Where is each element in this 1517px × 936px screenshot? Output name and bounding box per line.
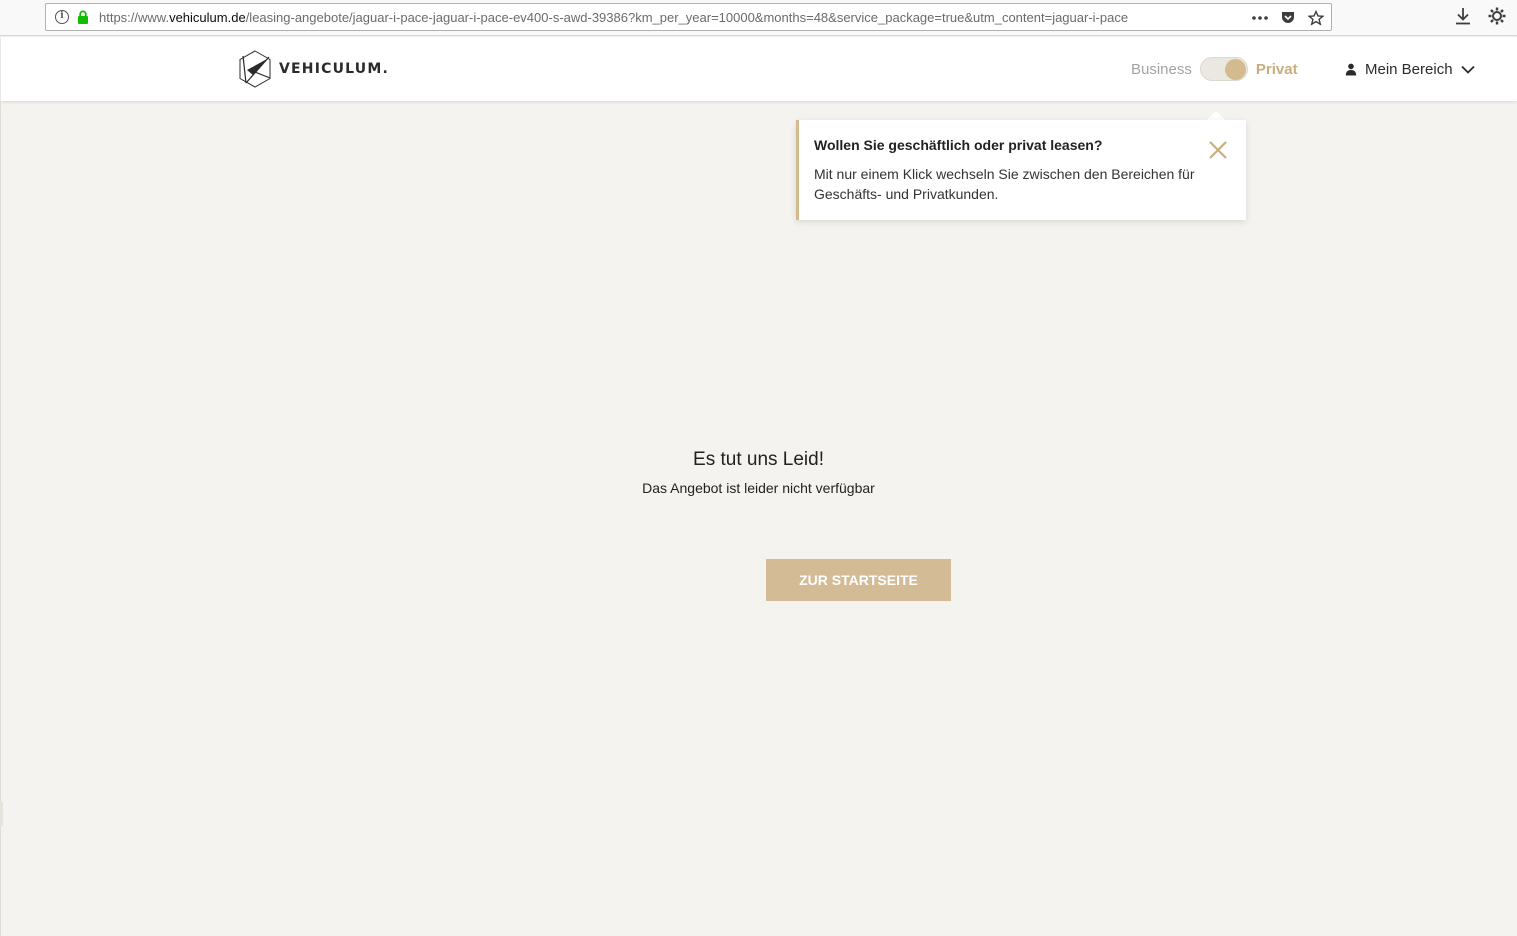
tooltip-body: Mit nur einem Klick wechseln Sie zwische… bbox=[814, 166, 1195, 202]
error-title: Es tut uns Leid! bbox=[693, 449, 824, 470]
bookmark-star-icon[interactable] bbox=[1307, 9, 1325, 27]
side-tick bbox=[0, 802, 3, 826]
url-actions bbox=[1251, 8, 1325, 28]
tooltip-title: Wollen Sie geschäftlich oder privat leas… bbox=[814, 137, 1103, 153]
toggle-business-label[interactable]: Business bbox=[1131, 61, 1192, 78]
vehiculum-logo[interactable]: VEHICULUM. bbox=[238, 50, 389, 88]
logo-text: VEHICULUM. bbox=[279, 61, 390, 77]
site-header: VEHICULUM. Business Privat Mein Bereich bbox=[1, 37, 1517, 101]
account-menu[interactable]: Mein Bereich bbox=[1345, 57, 1475, 81]
lock-icon[interactable] bbox=[76, 10, 90, 24]
pocket-icon[interactable] bbox=[1279, 9, 1297, 27]
info-icon[interactable]: i bbox=[55, 10, 69, 24]
toggle-privat-label[interactable]: Privat bbox=[1256, 61, 1298, 78]
browser-toolbar: i https://www.vehiculum.de/leasing-angeb… bbox=[0, 0, 1517, 36]
url-scheme: https://www. bbox=[99, 10, 170, 25]
url-fade bbox=[1176, 6, 1216, 28]
download-icon[interactable] bbox=[1453, 6, 1473, 26]
more-icon[interactable] bbox=[1251, 9, 1269, 27]
url-host: vehiculum.de bbox=[169, 10, 246, 25]
toggle-hint-tooltip: Wollen Sie geschäftlich oder privat leas… bbox=[796, 120, 1246, 220]
url-path: /leasing-angebote/jaguar-i-pace-jaguar-i… bbox=[245, 10, 1129, 25]
address-bar[interactable]: i https://www.vehiculum.de/leasing-angeb… bbox=[45, 3, 1332, 31]
business-privat-toggle: Business Privat bbox=[1131, 57, 1298, 81]
url-text[interactable]: https://www.vehiculum.de/leasing-angebot… bbox=[99, 10, 1214, 26]
chevron-down-icon bbox=[1460, 65, 1475, 74]
toolbar-right bbox=[1453, 6, 1507, 26]
toggle-knob[interactable] bbox=[1224, 59, 1246, 80]
user-icon bbox=[1345, 63, 1357, 75]
settings-icon[interactable] bbox=[1487, 6, 1507, 26]
account-label: Mein Bereich bbox=[1365, 60, 1453, 78]
logo-mark-icon bbox=[239, 50, 271, 88]
toggle-switch[interactable] bbox=[1199, 57, 1248, 81]
error-subtitle: Das Angebot ist leider nicht verfügbar bbox=[642, 480, 875, 496]
close-icon[interactable] bbox=[1208, 140, 1228, 160]
home-button[interactable]: ZUR STARTSEITE bbox=[766, 559, 951, 601]
